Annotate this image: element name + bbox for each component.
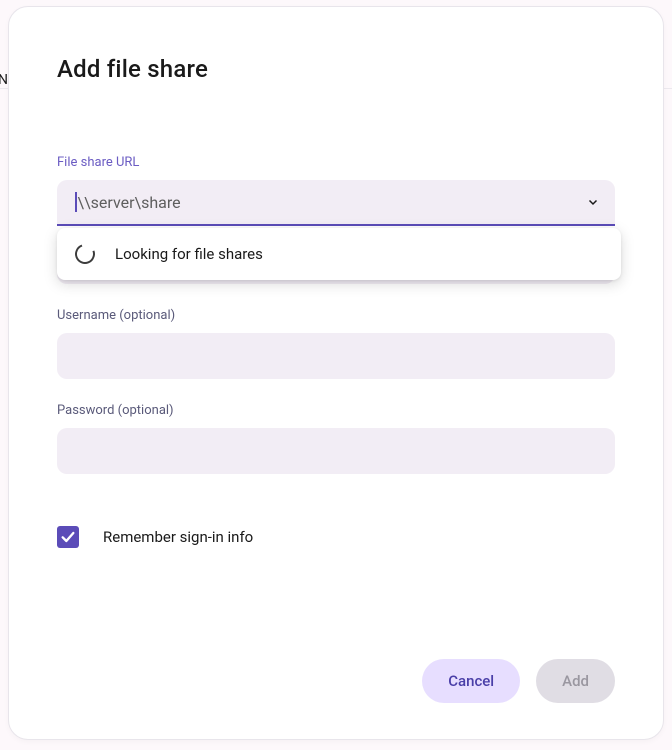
add-file-share-dialog: Add file share File share URL \\server\s… — [8, 6, 664, 740]
remember-row: Remember sign-in info — [57, 526, 615, 548]
chevron-down-icon[interactable] — [587, 196, 599, 208]
username-group: Username (optional) — [57, 308, 615, 379]
loading-spinner-icon — [72, 241, 99, 268]
file-share-url-placeholder: \\server\share — [78, 193, 181, 212]
file-share-url-input[interactable]: \\server\share — [57, 180, 615, 226]
password-field[interactable] — [57, 428, 615, 474]
file-share-dropdown-panel: Looking for file shares — [57, 228, 621, 280]
add-button[interactable]: Add — [536, 659, 615, 703]
password-label: Password (optional) — [57, 403, 615, 418]
dialog-title: Add file share — [57, 55, 615, 83]
cancel-button[interactable]: Cancel — [422, 659, 520, 703]
text-caret — [75, 192, 77, 212]
remember-checkbox[interactable] — [57, 526, 79, 548]
dropdown-status-text: Looking for file shares — [115, 245, 263, 263]
username-label: Username (optional) — [57, 308, 615, 323]
username-field[interactable] — [57, 333, 615, 379]
checkmark-icon — [60, 529, 76, 545]
dialog-footer: Cancel Add — [57, 659, 615, 703]
file-share-url-combo[interactable]: \\server\share Looking for file shares — [57, 180, 615, 226]
file-share-url-label: File share URL — [57, 155, 615, 170]
password-group: Password (optional) — [57, 403, 615, 474]
remember-label: Remember sign-in info — [103, 528, 253, 546]
background-fragment: N — [0, 72, 8, 88]
